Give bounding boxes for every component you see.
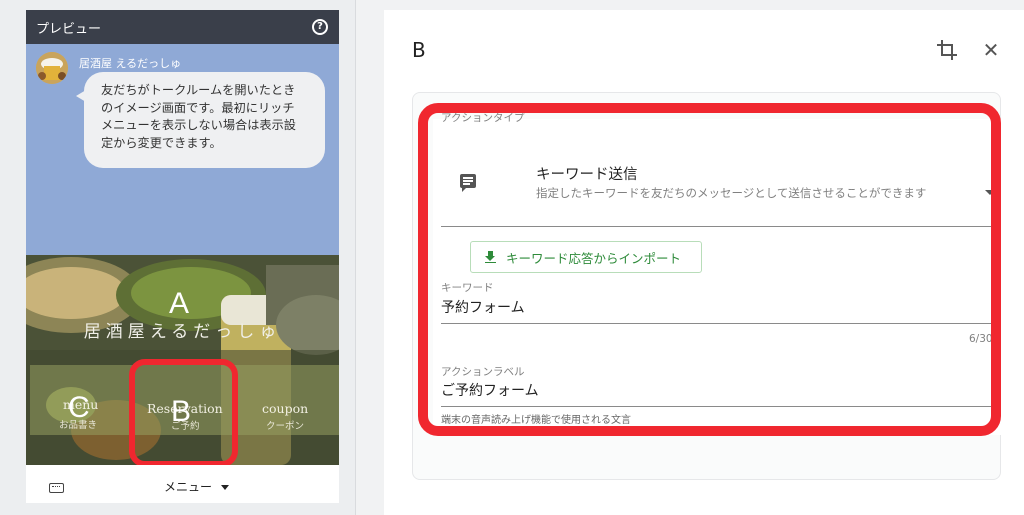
preview-panel: プレビュー ? 居酒屋 えるだっしゅ 友だちがトークルームを開いたとき のイメー… [26,10,339,503]
preview-header: プレビュー ? [26,10,339,44]
rich-menu[interactable]: 居酒屋えるだっしゅ A menu お品書き Reservation ご予約 co… [26,255,339,465]
action-type-value: キーワード送信 [536,167,638,183]
message-bubble: 友だちがトークルームを開いたとき のイメージ画面です。最初にリッチ メニューを表… [84,72,325,168]
bubble-line: 定から変更できます。 [101,135,222,150]
action-label-field[interactable]: ご予約フォーム [441,380,539,400]
keyboard-icon[interactable] [49,483,64,493]
avatar [36,52,68,84]
area-a-label: A [169,287,190,320]
action-label-underline [441,406,1000,407]
sender-name: 居酒屋 えるだっしゅ [79,57,182,70]
keyword-underline [441,323,1000,324]
chat-area: 居酒屋 えるだっしゅ 友だちがトークルームを開いたとき のイメージ画面です。最初… [26,44,339,255]
tile-coupon-en: coupon [262,401,309,416]
preview-title: プレビュー [36,21,102,37]
close-icon[interactable]: ✕ [980,39,1002,61]
action-card: アクションタイプ キーワード送信 指定したキーワードを友だちのメッセージとして送… [412,92,1001,480]
action-label-hint: 端末の音声読み上げ機能で使用される文言 [441,415,631,426]
chevron-down-icon[interactable] [221,485,229,490]
area-c-label: C [68,391,90,424]
panel-title: B [412,38,426,62]
chat-message-icon [460,174,476,192]
import-keyword-button[interactable]: キーワード応答からインポート [470,241,702,273]
action-type-description: 指定したキーワードを友だちのメッセージとして送信させることができます [536,186,927,200]
action-settings-panel: B ✕ アクションタイプ キーワード送信 指定したキーワードを友だちのメッセージ… [384,10,1024,515]
import-button-label: キーワード応答からインポート [506,251,682,266]
vertical-divider [355,0,356,515]
help-icon[interactable]: ? [312,19,328,35]
dropdown-caret-icon[interactable] [985,190,995,195]
download-icon [485,251,496,263]
tile-coupon-jp: クーポン [266,421,305,432]
select-underline [441,226,1000,227]
crop-icon[interactable] [936,39,958,61]
keyword-counter: 6/300 [969,333,1000,345]
preview-bottom-bar: メニュー [26,465,339,503]
bubble-line: のイメージ画面です。最初にリッチ [101,100,295,115]
bubble-line: メニューを表示しない場合は表示設 [101,118,296,132]
bubble-line: 友だちがトークルームを開いたとき [101,83,296,97]
keyword-label: キーワード [441,282,494,294]
selected-area-highlight [129,359,238,465]
menu-toggle-label[interactable]: メニュー [164,478,212,495]
action-type-label: アクションタイプ [441,112,525,124]
keyword-field[interactable]: 予約フォーム [441,297,525,317]
action-label-label: アクションラベル [441,366,525,378]
